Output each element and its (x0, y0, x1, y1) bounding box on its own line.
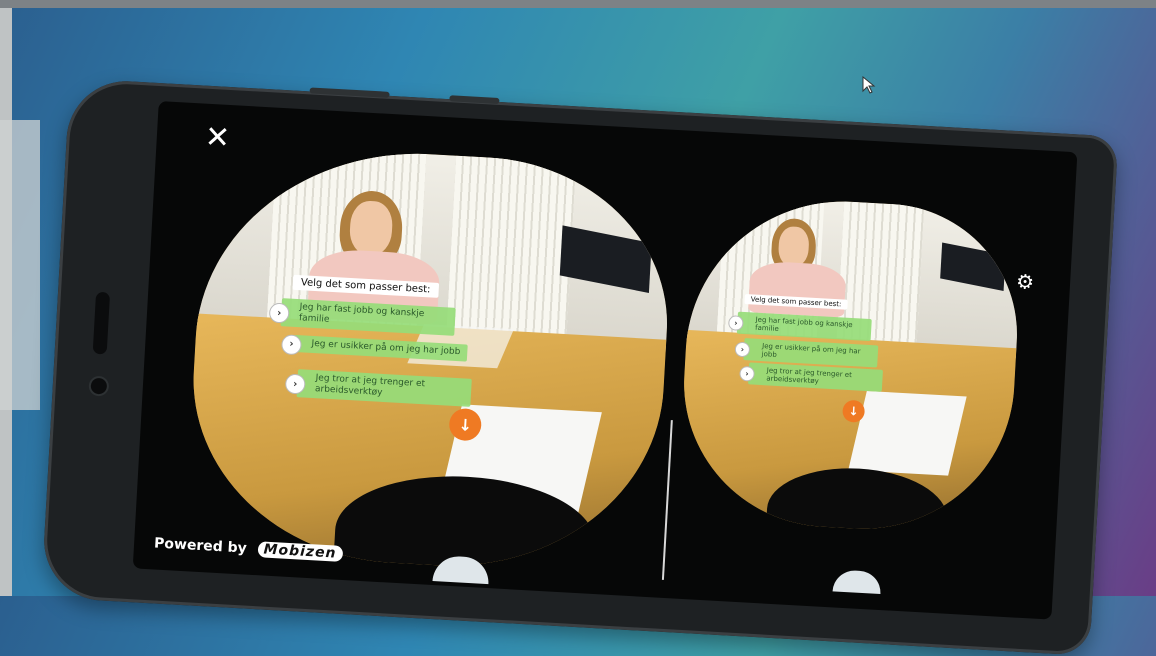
right-eye-view: Velg det som passer best: › Jeg har fast… (676, 193, 1025, 537)
earpiece-speaker (92, 291, 111, 355)
paper-sheet (848, 390, 967, 476)
front-camera (88, 375, 110, 397)
gear-icon[interactable]: ⚙ (1015, 269, 1034, 294)
left-eye-view: Velg det som passer best: › Jeg har fast… (183, 141, 676, 578)
home-indicator (832, 569, 882, 595)
power-button (449, 95, 500, 105)
background-patch (0, 120, 40, 410)
answer-option-label: Jeg tror at jeg trenger et arbeidsverktø… (766, 366, 853, 386)
chevron-right-icon: › (739, 365, 755, 382)
chevron-right-icon: › (284, 373, 306, 395)
vr-screen: Velg det som passer best: › Jeg har fast… (132, 100, 1078, 620)
chevron-right-icon: › (280, 333, 303, 355)
top-bezel-strip (0, 0, 1156, 8)
answer-option-label: Jeg har fast jobb og kanskje familie (298, 302, 425, 325)
mouse-cursor-icon (862, 76, 876, 94)
chevron-right-icon: › (268, 302, 290, 324)
chevron-right-icon: › (727, 315, 744, 331)
answer-option-label: Jeg har fast jobb og kanskje familie (754, 315, 853, 333)
phone-device: Velg det som passer best: › Jeg har fast… (40, 78, 1119, 656)
torso (747, 260, 847, 318)
volume-button (309, 87, 390, 98)
mobizen-logo: Mobizen (257, 541, 343, 562)
chevron-right-icon: › (734, 341, 751, 358)
close-icon[interactable]: ✕ (204, 120, 231, 156)
answer-option-label: Jeg tror at jeg trenger et arbeidsverktø… (314, 373, 426, 398)
answer-option-label: Jeg er usikker på om jeg har jobb (761, 342, 861, 359)
eye-divider (661, 420, 673, 580)
